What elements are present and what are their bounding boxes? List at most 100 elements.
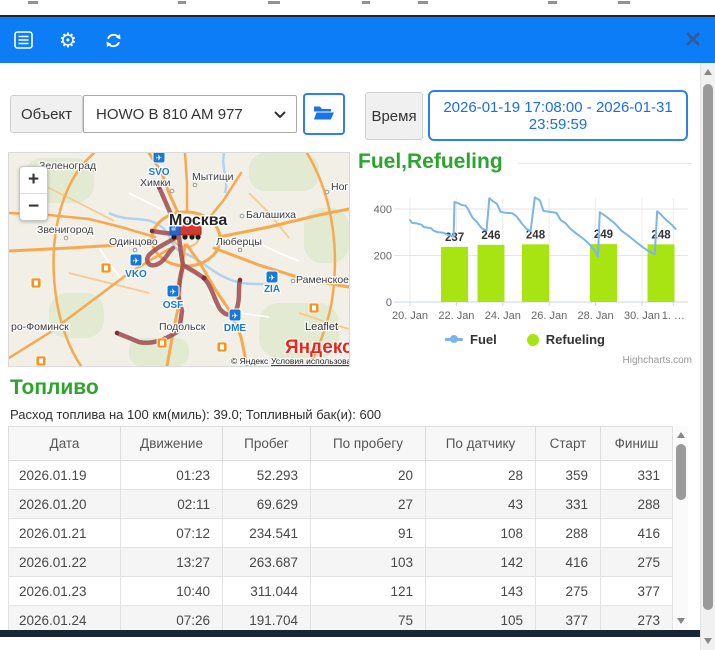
refueling-marker-icon <box>527 334 539 346</box>
x-axis-label: 22. Jan <box>438 310 474 322</box>
cell-value: 142 <box>426 548 536 577</box>
x-axis-label: 28. Jan <box>578 310 614 322</box>
fuel-station-icon <box>101 263 111 273</box>
table-row[interactable]: 2026.01.2107:12234.54191108288416 <box>9 519 673 548</box>
page-scroll-down-arrow[interactable] <box>704 638 712 644</box>
yandex-copyright[interactable]: © Яндекс <box>231 356 269 366</box>
cell-value: 07:12 <box>121 519 223 548</box>
cell-date: 2026.01.21 <box>9 519 121 548</box>
airport-icon-zia: ✈ <box>266 271 278 283</box>
page-scrollbar-thumb[interactable] <box>703 84 713 610</box>
fuel-station-icon <box>31 278 41 288</box>
fuel-section-title: Топливо <box>10 376 99 400</box>
map-label-dme: DME <box>224 323 247 334</box>
col-header-mileage: Пробег <box>223 427 311 461</box>
time-range-input[interactable]: 2026-01-19 17:08:00 - 2026-01-31 23:59:5… <box>428 90 688 141</box>
cell-value: 121 <box>311 577 426 606</box>
leaflet-attribution-link[interactable]: Leaflet <box>305 321 338 333</box>
report-list-icon[interactable] <box>12 29 34 51</box>
artifact-mark <box>268 1 280 4</box>
zoom-in-button[interactable]: + <box>20 167 47 194</box>
refueling-bar[interactable] <box>522 244 549 302</box>
col-header-movement: Движение <box>121 427 223 461</box>
cell-value: 275 <box>601 548 673 577</box>
table-scrollbar-thumb[interactable] <box>676 444 686 500</box>
table-row[interactable]: 2026.01.1901:2352.2932028359331 <box>9 461 673 490</box>
cell-value: 234.541 <box>223 519 311 548</box>
fuel-section-subtitle: Расход топлива на 100 км(миль): 39.0; То… <box>10 407 381 422</box>
cell-date: 2026.01.19 <box>9 461 121 490</box>
settings-gear-icon[interactable]: ⚙ <box>57 29 79 51</box>
cell-value: 13:27 <box>121 548 223 577</box>
cell-value: 275 <box>536 577 601 606</box>
cell-value: 331 <box>536 490 601 519</box>
legend-label-refueling: Refueling <box>546 332 605 347</box>
object-label: Объект <box>10 95 83 133</box>
fuel-table: Дата Движение Пробег По пробегу По датчи… <box>8 426 673 635</box>
table-row[interactable]: 2026.01.2213:27263.687103142416275 <box>9 548 673 577</box>
chart-title-rule <box>518 163 692 164</box>
terms-of-use-link[interactable]: Условия использования <box>271 356 349 366</box>
page-scrollbar <box>700 63 715 650</box>
table-scroll-down-arrow[interactable] <box>677 618 685 624</box>
cell-date: 2026.01.22 <box>9 548 121 577</box>
x-axis-label: 1. … <box>662 310 685 322</box>
yandex-logo[interactable]: Яндекс <box>285 337 349 358</box>
x-axis-label: 24. Jan <box>485 310 521 322</box>
table-scroll-up-arrow[interactable] <box>677 432 685 438</box>
artifact-mark <box>548 1 557 4</box>
cell-value: 103 <box>311 548 426 577</box>
cell-value: 01:23 <box>121 461 223 490</box>
table-scrollbar <box>674 426 688 630</box>
map-label-moscow: Москва <box>169 212 227 229</box>
col-header-by-mileage: По пробегу <box>311 427 426 461</box>
table-row[interactable]: 2026.01.2002:1169.6292743331288 <box>9 490 673 519</box>
map-label-ramenskoye: Раменское <box>296 274 349 286</box>
cell-value: 416 <box>601 519 673 548</box>
refueling-bar[interactable] <box>477 245 504 302</box>
airport-icon-dme: ✈ <box>229 309 241 321</box>
object-select[interactable]: HOWO B 810 AM 977 <box>83 95 297 133</box>
refresh-icon[interactable] <box>102 29 124 51</box>
x-axis-label: 20. Jan <box>392 310 428 322</box>
fuel-station-icon <box>36 356 46 366</box>
chart-title: Fuel,Refueling <box>358 150 503 174</box>
zoom-out-button[interactable]: − <box>20 194 47 220</box>
map-label-naro-fominsk: ро-Фоминск <box>11 321 69 333</box>
svg-text:✈: ✈ <box>156 154 163 163</box>
map-label-zia: ZIA <box>264 284 280 295</box>
col-header-by-sensor: По датчику <box>426 427 536 461</box>
legend-label-fuel: Fuel <box>470 332 497 347</box>
close-icon[interactable] <box>683 29 703 49</box>
map-label-vko: VKO <box>125 269 147 280</box>
cell-value: 02:11 <box>121 490 223 519</box>
legend-item-fuel[interactable]: Fuel <box>445 332 497 347</box>
artifact-mark <box>28 1 38 4</box>
cell-value: 416 <box>536 548 601 577</box>
map[interactable]: ✈ ✈ ✈ ✈ ✈ <box>8 152 350 367</box>
cell-value: 43 <box>426 490 536 519</box>
legend-item-refueling[interactable]: Refueling <box>527 332 605 347</box>
table-row[interactable]: 2026.01.2310:40311.044121143275377 <box>9 577 673 606</box>
refueling-bar[interactable] <box>441 247 468 302</box>
map-zoom-control: + − <box>19 166 48 221</box>
refueling-bar[interactable] <box>590 244 617 302</box>
open-object-list-button[interactable] <box>303 93 345 135</box>
cell-value: 10:40 <box>121 577 223 606</box>
object-select-value: HOWO B 810 AM 977 <box>96 106 274 123</box>
page-scroll-up-arrow[interactable] <box>704 69 712 75</box>
map-label-balashikha: Балашиха <box>246 209 296 221</box>
cell-value: 263.687 <box>223 548 311 577</box>
artifact-mark <box>178 1 186 4</box>
map-label-zvenigorod: Звенигород <box>37 224 93 236</box>
cell-value: 20 <box>311 461 426 490</box>
table-header-row: Дата Движение Пробег По пробегу По датчи… <box>9 427 673 461</box>
highcharts-credits[interactable]: Highcharts.com <box>358 355 692 366</box>
cell-value: 91 <box>311 519 426 548</box>
cell-value: 69.629 <box>223 490 311 519</box>
svg-text:✈: ✈ <box>269 274 276 283</box>
cell-date: 2026.01.20 <box>9 490 121 519</box>
chevron-down-icon <box>274 106 286 123</box>
window-bottom-edge <box>0 630 700 637</box>
fuel-station-icon <box>309 303 319 313</box>
